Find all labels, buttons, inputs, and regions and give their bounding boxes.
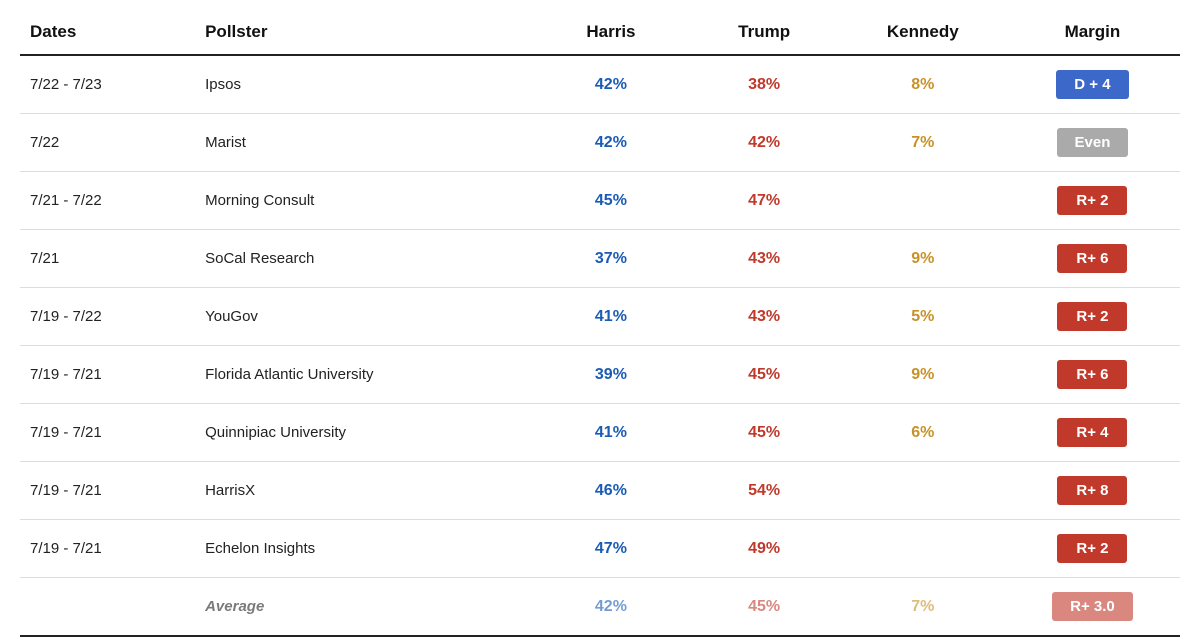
cell-trump: 47% (688, 172, 841, 230)
cell-pollster: Florida Atlantic University (195, 346, 534, 404)
table-row: 7/21SoCal Research37%43%9%R+ 6 (20, 230, 1180, 288)
table-row: 7/19 - 7/21Quinnipiac University41%45%6%… (20, 404, 1180, 462)
cell-dates (20, 578, 195, 637)
cell-trump: 38% (688, 55, 841, 114)
cell-pollster: Quinnipiac University (195, 404, 534, 462)
cell-dates: 7/19 - 7/21 (20, 346, 195, 404)
header-kennedy: Kennedy (841, 10, 1005, 55)
cell-trump: 43% (688, 288, 841, 346)
cell-kennedy (841, 172, 1005, 230)
table-row: 7/22Marist42%42%7%Even (20, 114, 1180, 172)
polling-table: Dates Pollster Harris Trump Kennedy Marg… (20, 10, 1180, 637)
cell-margin: R+ 6 (1005, 230, 1180, 288)
cell-kennedy: 5% (841, 288, 1005, 346)
cell-harris: 46% (534, 462, 687, 520)
cell-kennedy (841, 462, 1005, 520)
table-header-row: Dates Pollster Harris Trump Kennedy Marg… (20, 10, 1180, 55)
cell-dates: 7/19 - 7/21 (20, 462, 195, 520)
cell-trump: 49% (688, 520, 841, 578)
table-row: 7/21 - 7/22Morning Consult45%47% R+ 2 (20, 172, 1180, 230)
cell-dates: 7/19 - 7/22 (20, 288, 195, 346)
cell-trump: 45% (688, 578, 841, 637)
table-row: Average42%45%7%R+ 3.0 (20, 578, 1180, 637)
cell-pollster: Ipsos (195, 55, 534, 114)
cell-trump: 43% (688, 230, 841, 288)
header-margin: Margin (1005, 10, 1180, 55)
cell-dates: 7/22 - 7/23 (20, 55, 195, 114)
cell-kennedy: 7% (841, 578, 1005, 637)
table-row: 7/19 - 7/22YouGov41%43%5%R+ 2 (20, 288, 1180, 346)
cell-harris: 37% (534, 230, 687, 288)
cell-margin: R+ 2 (1005, 520, 1180, 578)
cell-harris: 42% (534, 578, 687, 637)
cell-kennedy: 6% (841, 404, 1005, 462)
header-trump: Trump (688, 10, 841, 55)
cell-harris: 42% (534, 114, 687, 172)
cell-trump: 45% (688, 404, 841, 462)
polling-table-container: Dates Pollster Harris Trump Kennedy Marg… (0, 0, 1200, 637)
cell-harris: 41% (534, 404, 687, 462)
cell-harris: 42% (534, 55, 687, 114)
cell-dates: 7/21 (20, 230, 195, 288)
cell-margin: R+ 3.0 (1005, 578, 1180, 637)
cell-pollster: HarrisX (195, 462, 534, 520)
cell-margin: R+ 6 (1005, 346, 1180, 404)
cell-dates: 7/19 - 7/21 (20, 520, 195, 578)
table-row: 7/19 - 7/21Florida Atlantic University39… (20, 346, 1180, 404)
cell-pollster: Marist (195, 114, 534, 172)
cell-harris: 47% (534, 520, 687, 578)
cell-margin: R+ 2 (1005, 172, 1180, 230)
table-row: 7/22 - 7/23Ipsos42%38%8%D + 4 (20, 55, 1180, 114)
cell-margin: Even (1005, 114, 1180, 172)
cell-pollster: Morning Consult (195, 172, 534, 230)
table-row: 7/19 - 7/21HarrisX46%54% R+ 8 (20, 462, 1180, 520)
cell-dates: 7/19 - 7/21 (20, 404, 195, 462)
cell-dates: 7/21 - 7/22 (20, 172, 195, 230)
header-dates: Dates (20, 10, 195, 55)
cell-trump: 42% (688, 114, 841, 172)
cell-harris: 39% (534, 346, 687, 404)
cell-margin: R+ 8 (1005, 462, 1180, 520)
cell-pollster: YouGov (195, 288, 534, 346)
header-harris: Harris (534, 10, 687, 55)
cell-margin: D + 4 (1005, 55, 1180, 114)
cell-kennedy: 9% (841, 230, 1005, 288)
cell-margin: R+ 2 (1005, 288, 1180, 346)
cell-kennedy: 9% (841, 346, 1005, 404)
cell-kennedy (841, 520, 1005, 578)
cell-harris: 45% (534, 172, 687, 230)
cell-trump: 45% (688, 346, 841, 404)
cell-trump: 54% (688, 462, 841, 520)
cell-pollster: Average (195, 578, 534, 637)
table-row: 7/19 - 7/21Echelon Insights47%49% R+ 2 (20, 520, 1180, 578)
cell-harris: 41% (534, 288, 687, 346)
header-pollster: Pollster (195, 10, 534, 55)
cell-kennedy: 8% (841, 55, 1005, 114)
cell-pollster: Echelon Insights (195, 520, 534, 578)
cell-kennedy: 7% (841, 114, 1005, 172)
cell-pollster: SoCal Research (195, 230, 534, 288)
cell-dates: 7/22 (20, 114, 195, 172)
cell-margin: R+ 4 (1005, 404, 1180, 462)
